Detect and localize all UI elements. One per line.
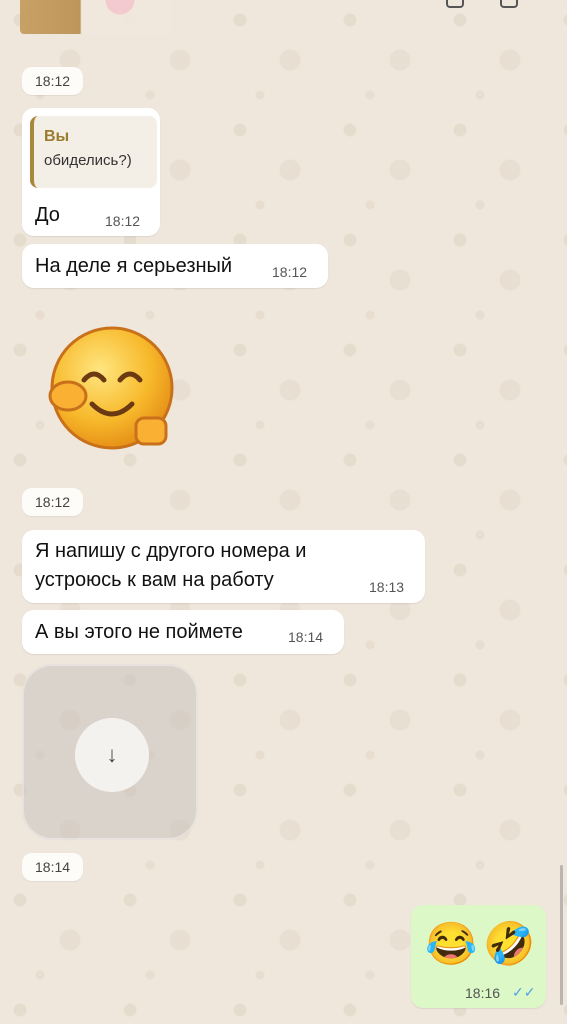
download-button[interactable]: ↓	[75, 718, 149, 792]
message-time: 18:13	[369, 579, 405, 595]
header-icon[interactable]	[446, 0, 464, 8]
previous-sticker-edge	[20, 0, 170, 34]
message-bubble[interactable]: Я напишу с другого номера и устроюсь к в…	[22, 530, 425, 603]
quoted-message[interactable]: Вы обиделись?)	[30, 116, 157, 188]
quote-author: Вы	[44, 128, 70, 145]
message-bubble[interactable]: А вы этого не поймете 18:14	[22, 610, 344, 654]
message-time: 18:12	[272, 264, 308, 280]
message-time: 18:12	[105, 213, 141, 229]
rolling-laughing-emoji: 🤣	[483, 920, 536, 967]
message-text-line: устроюсь к вам на работу	[35, 569, 274, 591]
message-time: 18:14	[22, 853, 84, 881]
double-check-icon: ✓✓	[512, 984, 536, 1000]
message-time: 18:14	[288, 629, 324, 645]
quote-text: обиделись?)	[44, 152, 132, 169]
smiling-face-sticker[interactable]	[44, 322, 180, 458]
reply-message-bubble[interactable]: Вы обиделись?) До 18:12	[22, 108, 160, 236]
previous-media-edge	[0, 0, 567, 36]
message-time: 18:16	[465, 985, 501, 1001]
message-text: До	[35, 204, 60, 226]
message-time: 18:12	[22, 67, 84, 95]
message-text: А вы этого не поймете	[35, 621, 243, 643]
arrow-down-icon: ↓	[106, 742, 118, 767]
tears-of-joy-emoji: 😂	[425, 920, 478, 967]
header-icon[interactable]	[500, 0, 518, 8]
message-text: На деле я серьезный	[35, 255, 233, 277]
scrollbar[interactable]	[560, 865, 563, 1005]
message-bubble[interactable]: На деле я серьезный 18:12	[22, 244, 328, 288]
message-time: 18:12	[22, 488, 84, 516]
message-text-line: Я напишу с другого номера и	[35, 540, 307, 562]
